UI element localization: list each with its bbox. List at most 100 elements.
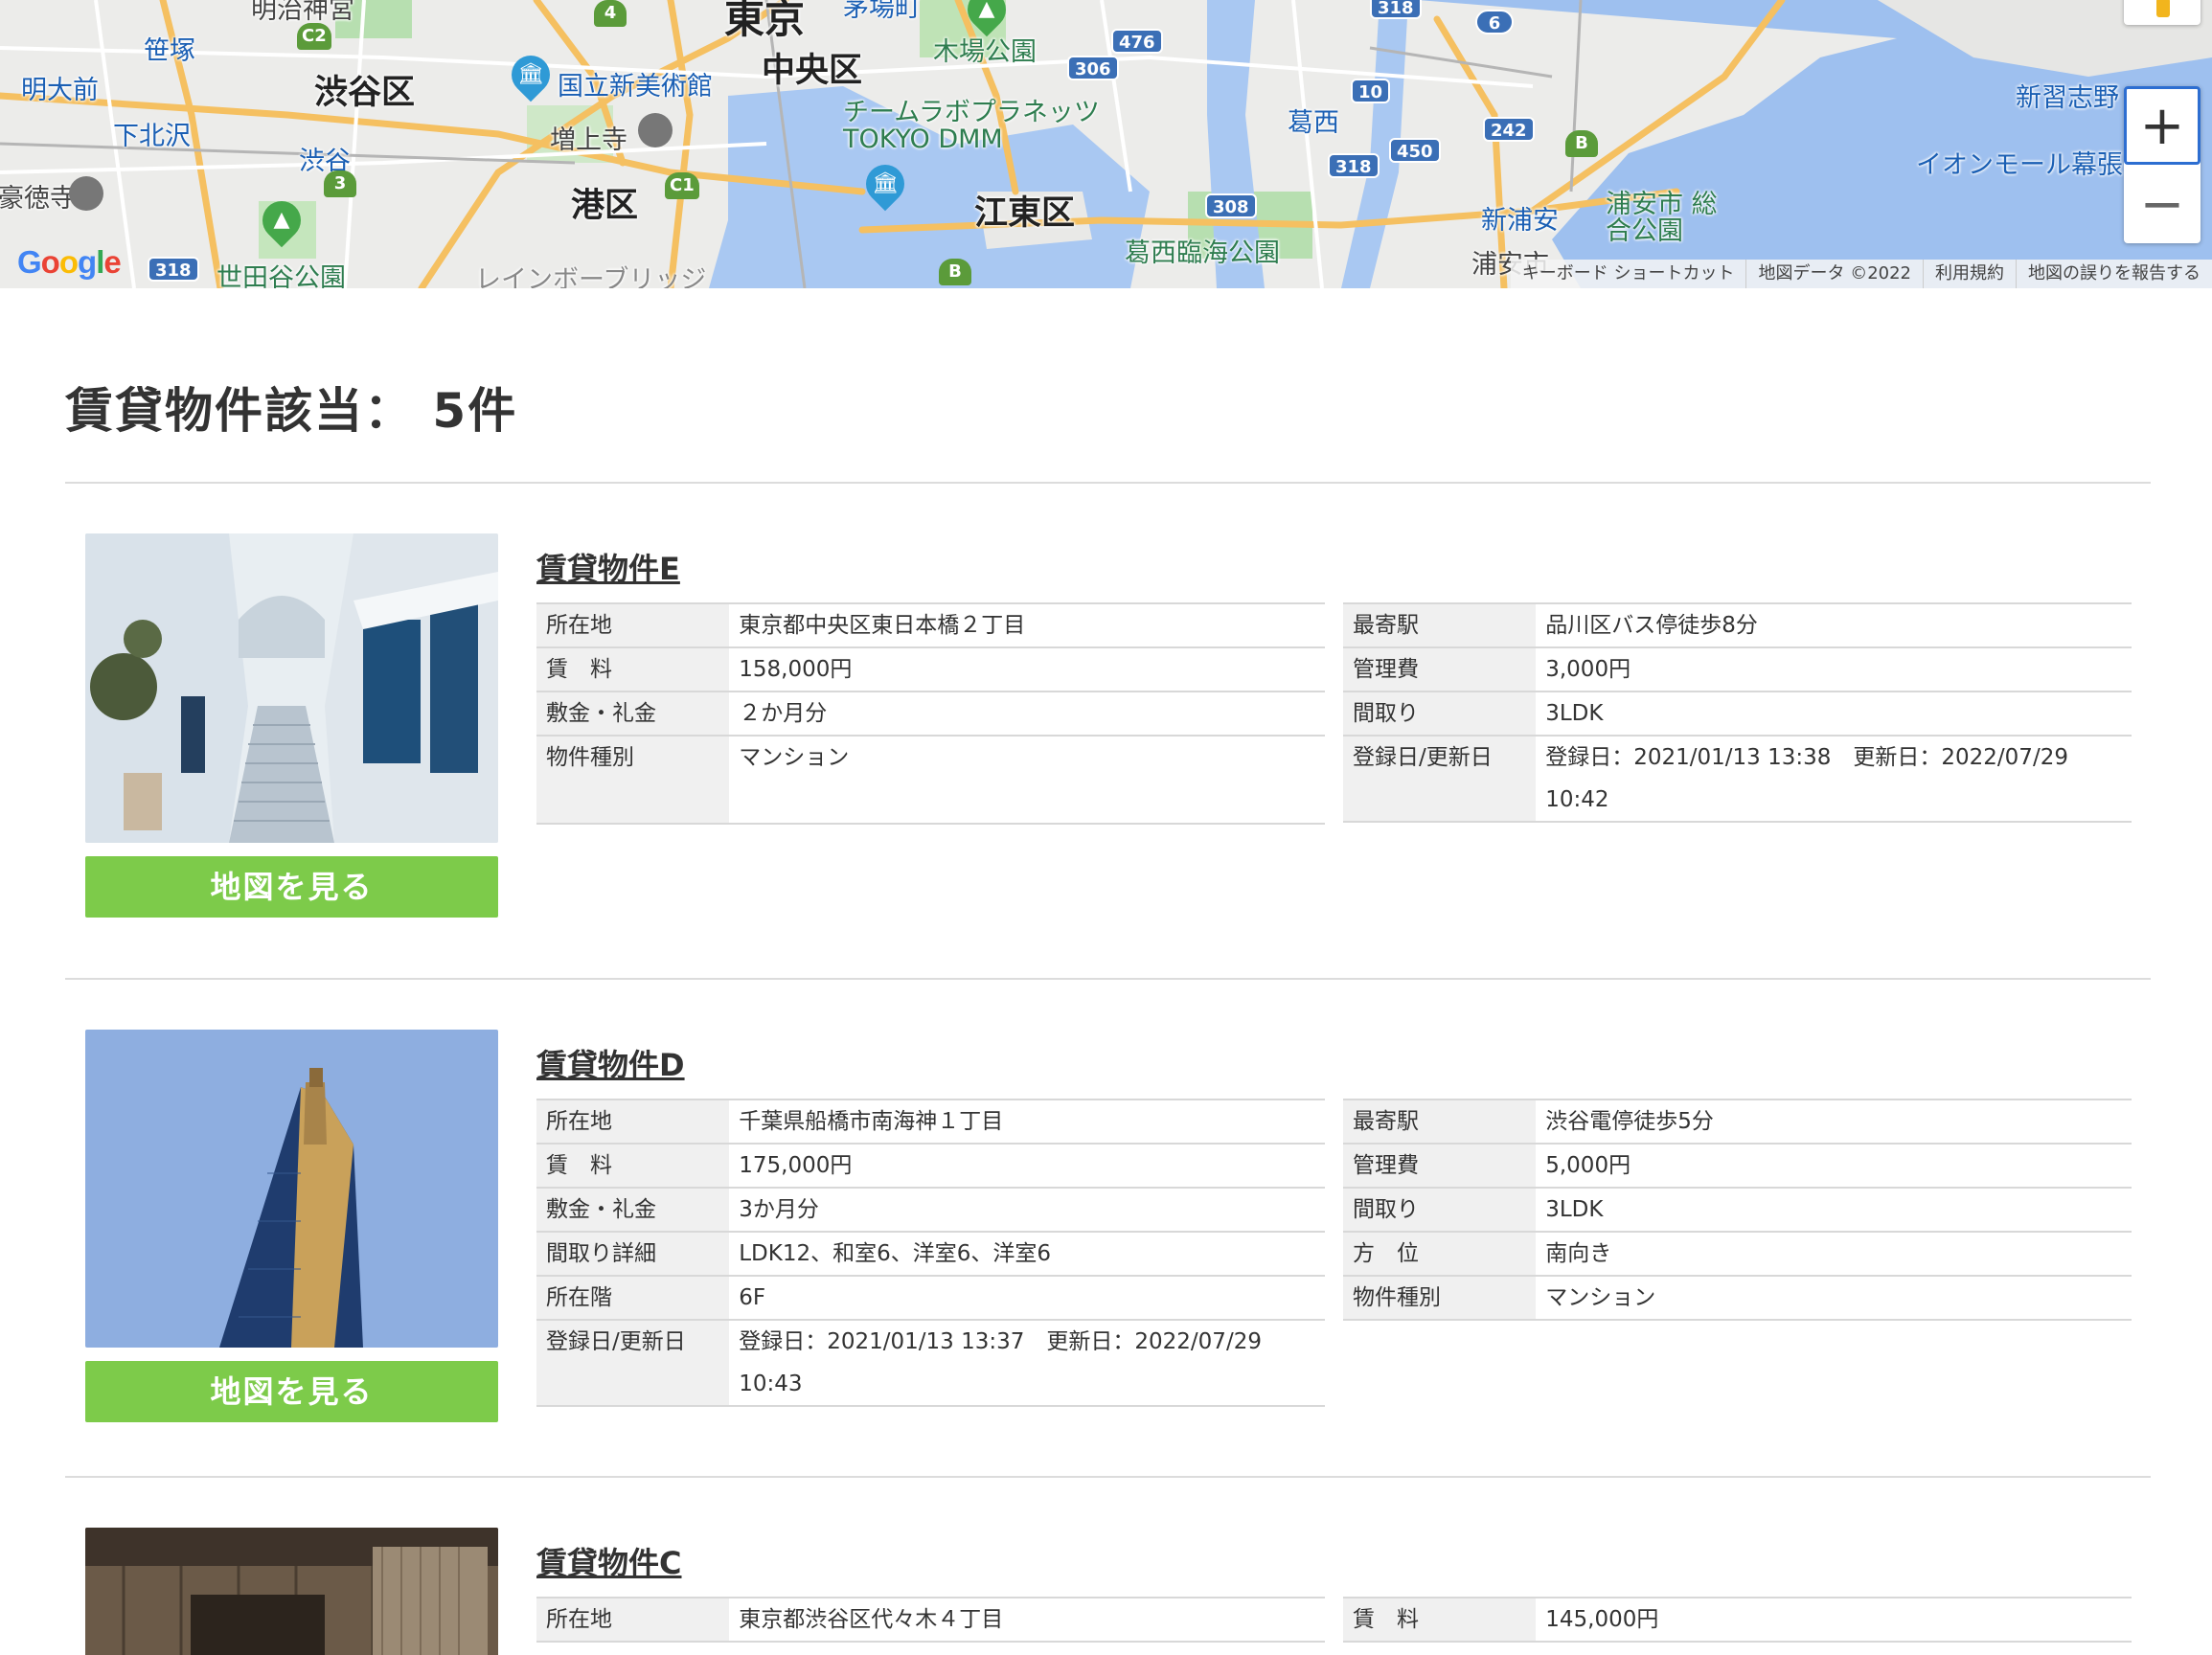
route-badge: 318: [1370, 0, 1422, 19]
map-label-kasai-rinkai-park: 葛西臨海公園: [1125, 238, 1280, 268]
spec-key: 間取り詳細: [536, 1231, 730, 1277]
spec-key: 敷金・礼金: [536, 691, 730, 737]
listing-title-link[interactable]: 賃貸物件D: [536, 1041, 685, 1085]
route-badge: 4: [594, 0, 627, 27]
route-badge: 318: [1328, 153, 1380, 178]
spec-key: 管理費: [1343, 1143, 1537, 1189]
route-badge: 3: [324, 170, 356, 197]
google-map[interactable]: 渋谷区 中央区 港区 江東区 東京 明治神宮 笹塚 明大前 下北沢 豪徳寺 世田…: [0, 0, 2212, 288]
map-footer: キーボード ショートカット 地図データ ©2022 利用規約 地図の誤りを報告す…: [1510, 260, 2212, 288]
route-badge: 242: [1483, 117, 1535, 142]
spec-key: 間取り: [1343, 691, 1537, 737]
map-label-teamlab-planets: チームラボプラネッツ TOKYO DMM: [843, 98, 1100, 154]
spec-key: 賃 料: [536, 646, 730, 692]
map-label-sasazuka: 笹塚: [144, 36, 195, 66]
route-badge: 476: [1111, 29, 1163, 54]
result-count-heading: 賃貸物件該当： 5件: [65, 383, 518, 439]
property-photo[interactable]: [85, 1030, 498, 1348]
temple-pin-icon[interactable]: [69, 176, 103, 211]
listing-title-link[interactable]: 賃貸物件E: [536, 545, 680, 589]
spec-value: 175,000円: [729, 1143, 1325, 1189]
spec-key: 管理費: [1343, 646, 1537, 692]
spec-value: 6F: [729, 1275, 1325, 1321]
spec-value: 東京都中央区東日本橋２丁目: [729, 602, 1325, 648]
zoom-in-button[interactable]: +: [2124, 86, 2201, 165]
spec-key: 最寄駅: [1343, 1099, 1537, 1145]
spec-value: 登録日：2021/01/13 13:37 更新日：2022/07/29 10:4…: [729, 1319, 1325, 1407]
map-label-setagaya-park: 世田谷公園: [217, 263, 346, 288]
spec-key: 所在階: [536, 1275, 730, 1321]
map-label-shin-narashino: 新習志野: [2016, 83, 2119, 113]
route-badge: 450: [1389, 138, 1441, 163]
spec-value: 登録日：2021/01/13 13:38 更新日：2022/07/29 10:4…: [1536, 735, 2132, 823]
spec-value: 145,000円: [1536, 1597, 2132, 1643]
route-badge: C1: [665, 172, 699, 199]
spec-key: 登録日/更新日: [1343, 735, 1537, 823]
spec-value: マンション: [1536, 1275, 2132, 1321]
view-map-button[interactable]: 地図を見る: [85, 1361, 498, 1422]
map-label-kayabacho: 茅場町: [843, 0, 921, 23]
map-label-rainbow-bridge: レインボーブリッジ: [475, 265, 707, 288]
spec-value: 3LDK: [1536, 691, 2132, 737]
spec-key: 登録日/更新日: [536, 1319, 730, 1407]
map-label-shibuya-ward: 渋谷区: [314, 74, 416, 112]
map-label-kiba-park: 木場公園: [933, 37, 1037, 67]
property-photo[interactable]: [85, 1528, 498, 1655]
museum-pin-icon[interactable]: 🏛: [503, 47, 559, 102]
map-label-national-art-center: 国立新美術館: [558, 72, 713, 102]
spec-table-left: 所在地 千葉県船橋市南海神１丁目 賃 料 175,000円 敷金・礼金 3か月分 間取…: [536, 1099, 1325, 1407]
route-badge: 10: [1351, 79, 1391, 103]
map-label-meidaimae: 明大前: [21, 76, 99, 105]
map-label-gotokuji: 豪徳寺: [0, 184, 76, 214]
spec-table-left: 所在地 東京都渋谷区代々木４丁目: [536, 1597, 1325, 1643]
keyboard-shortcuts-link[interactable]: キーボード ショートカット: [1511, 260, 1746, 288]
map-label-urayasu-park: 浦安市 総合公園: [1606, 190, 1718, 246]
zoom-out-button[interactable]: −: [2124, 165, 2201, 243]
spec-value: 3か月分: [729, 1187, 1325, 1233]
spec-value: 5,000円: [1536, 1143, 2132, 1189]
spec-value: LDK12、和室6、洋室6、洋室6: [729, 1231, 1325, 1277]
map-label-shimokitazawa: 下北沢: [113, 122, 191, 151]
spec-value: 3,000円: [1536, 646, 2132, 692]
spec-key: 方 位: [1343, 1231, 1537, 1277]
spec-value: 158,000円: [729, 646, 1325, 692]
spec-key: 賃 料: [1343, 1597, 1537, 1643]
terms-link[interactable]: 利用規約: [1923, 260, 2016, 288]
spec-key: 物件種別: [1343, 1275, 1537, 1321]
wooden-house-photo: [85, 1528, 498, 1655]
listing-title-link[interactable]: 賃貸物件C: [536, 1539, 682, 1583]
spec-key: 物件種別: [536, 735, 730, 825]
spec-value: 東京都渋谷区代々木４丁目: [729, 1597, 1325, 1643]
route-badge: 318: [148, 257, 199, 282]
glass-tower-photo: [85, 1030, 498, 1348]
spec-key: 最寄駅: [1343, 602, 1537, 648]
route-badge: B: [1565, 130, 1598, 157]
route-badge: C2: [297, 23, 331, 50]
temple-pin-icon[interactable]: [638, 113, 673, 147]
spec-value: 千葉県船橋市南海神１丁目: [729, 1099, 1325, 1145]
map-label-kasai: 葛西: [1288, 108, 1339, 138]
spec-table-left: 所在地 東京都中央区東日本橋２丁目 賃 料 158,000円 敷金・礼金 ２か月分 物…: [536, 602, 1325, 825]
park-pin-icon[interactable]: ▲: [254, 193, 309, 248]
route-badge: B: [939, 259, 971, 285]
report-error-link[interactable]: 地図の誤りを報告する: [2016, 260, 2212, 288]
spec-value: 3LDK: [1536, 1187, 2132, 1233]
view-map-button[interactable]: 地図を見る: [85, 856, 498, 918]
spec-key: 賃 料: [536, 1143, 730, 1189]
spec-value: 南向き: [1536, 1231, 2132, 1277]
spec-key: 敷金・礼金: [536, 1187, 730, 1233]
spec-table-right: 最寄駅 品川区バス停徒歩8分 管理費 3,000円 間取り 3LDK 登録日/更新日登…: [1343, 602, 2132, 823]
property-photo[interactable]: [85, 533, 498, 843]
results-section: 賃貸物件該当： 5件 地図を見る 賃貸物件E 所在地 東京都中央区東日本橋２丁目…: [65, 288, 2151, 1655]
map-label-meiji-jingu: 明治神宮: [251, 0, 354, 25]
spec-key: 所在地: [536, 602, 730, 648]
listing-card: 地図を見る 賃貸物件E 所在地 東京都中央区東日本橋２丁目 賃 料 158,000円…: [65, 484, 2151, 980]
spec-key: 間取り: [1343, 1187, 1537, 1233]
spec-value: 渋谷電停徒歩5分: [1536, 1099, 2132, 1145]
map-data-attribution: 地図データ ©2022: [1745, 260, 1923, 288]
listing-card: 賃貸物件C 所在地 東京都渋谷区代々木４丁目 賃 料 145,000円: [65, 1478, 2151, 1655]
street-view-pegman-icon[interactable]: [2124, 0, 2201, 25]
museum-pin-icon[interactable]: 🏛: [857, 156, 913, 212]
spec-value: マンション: [729, 735, 1325, 825]
spec-value: ２か月分: [729, 691, 1325, 737]
